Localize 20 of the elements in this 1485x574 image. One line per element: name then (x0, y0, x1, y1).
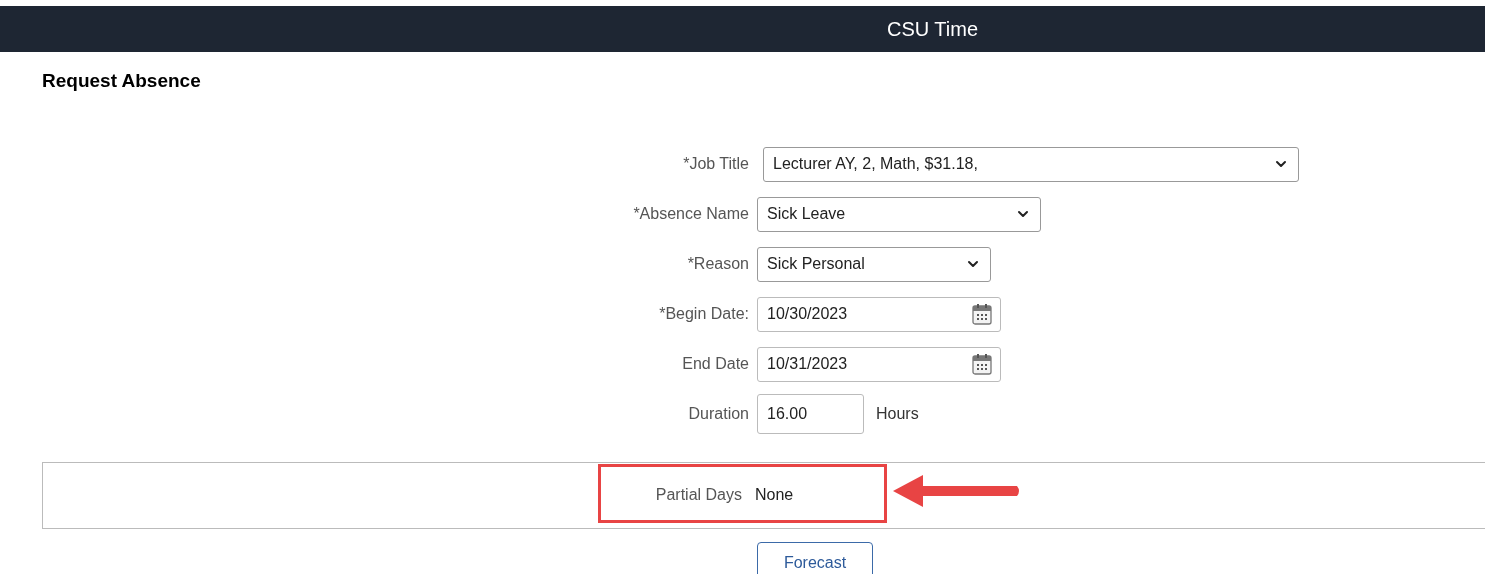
dropdown[interactable]: Lecturer AY, 2, Math, $31.18, (763, 146, 1299, 182)
field-label: End Date (682, 354, 749, 374)
field-label: Duration (688, 404, 749, 424)
unit-label: Hours (876, 404, 919, 424)
forecast-button[interactable]: Forecast (757, 541, 873, 574)
page-title: Request Absence (42, 69, 202, 93)
input-field[interactable]: 16.00 (757, 394, 864, 434)
date-field[interactable]: 10/30/2023 (757, 296, 1001, 332)
field-label: *Begin Date: (659, 304, 749, 324)
field-value: None (755, 485, 794, 505)
dropdown[interactable]: Sick Personal (757, 246, 991, 282)
calendar-icon[interactable] (972, 353, 992, 375)
date-field[interactable]: 10/31/2023 (757, 346, 1001, 382)
field-label: *Absence Name (633, 204, 749, 224)
calendar-icon[interactable] (972, 303, 992, 325)
header-title: CSU Time (886, 17, 979, 42)
dropdown[interactable]: Sick Leave (757, 196, 1041, 232)
field-label: *Reason (687, 254, 749, 274)
field-label: Partial Days (655, 485, 742, 505)
field-label: *Job Title (683, 154, 749, 174)
